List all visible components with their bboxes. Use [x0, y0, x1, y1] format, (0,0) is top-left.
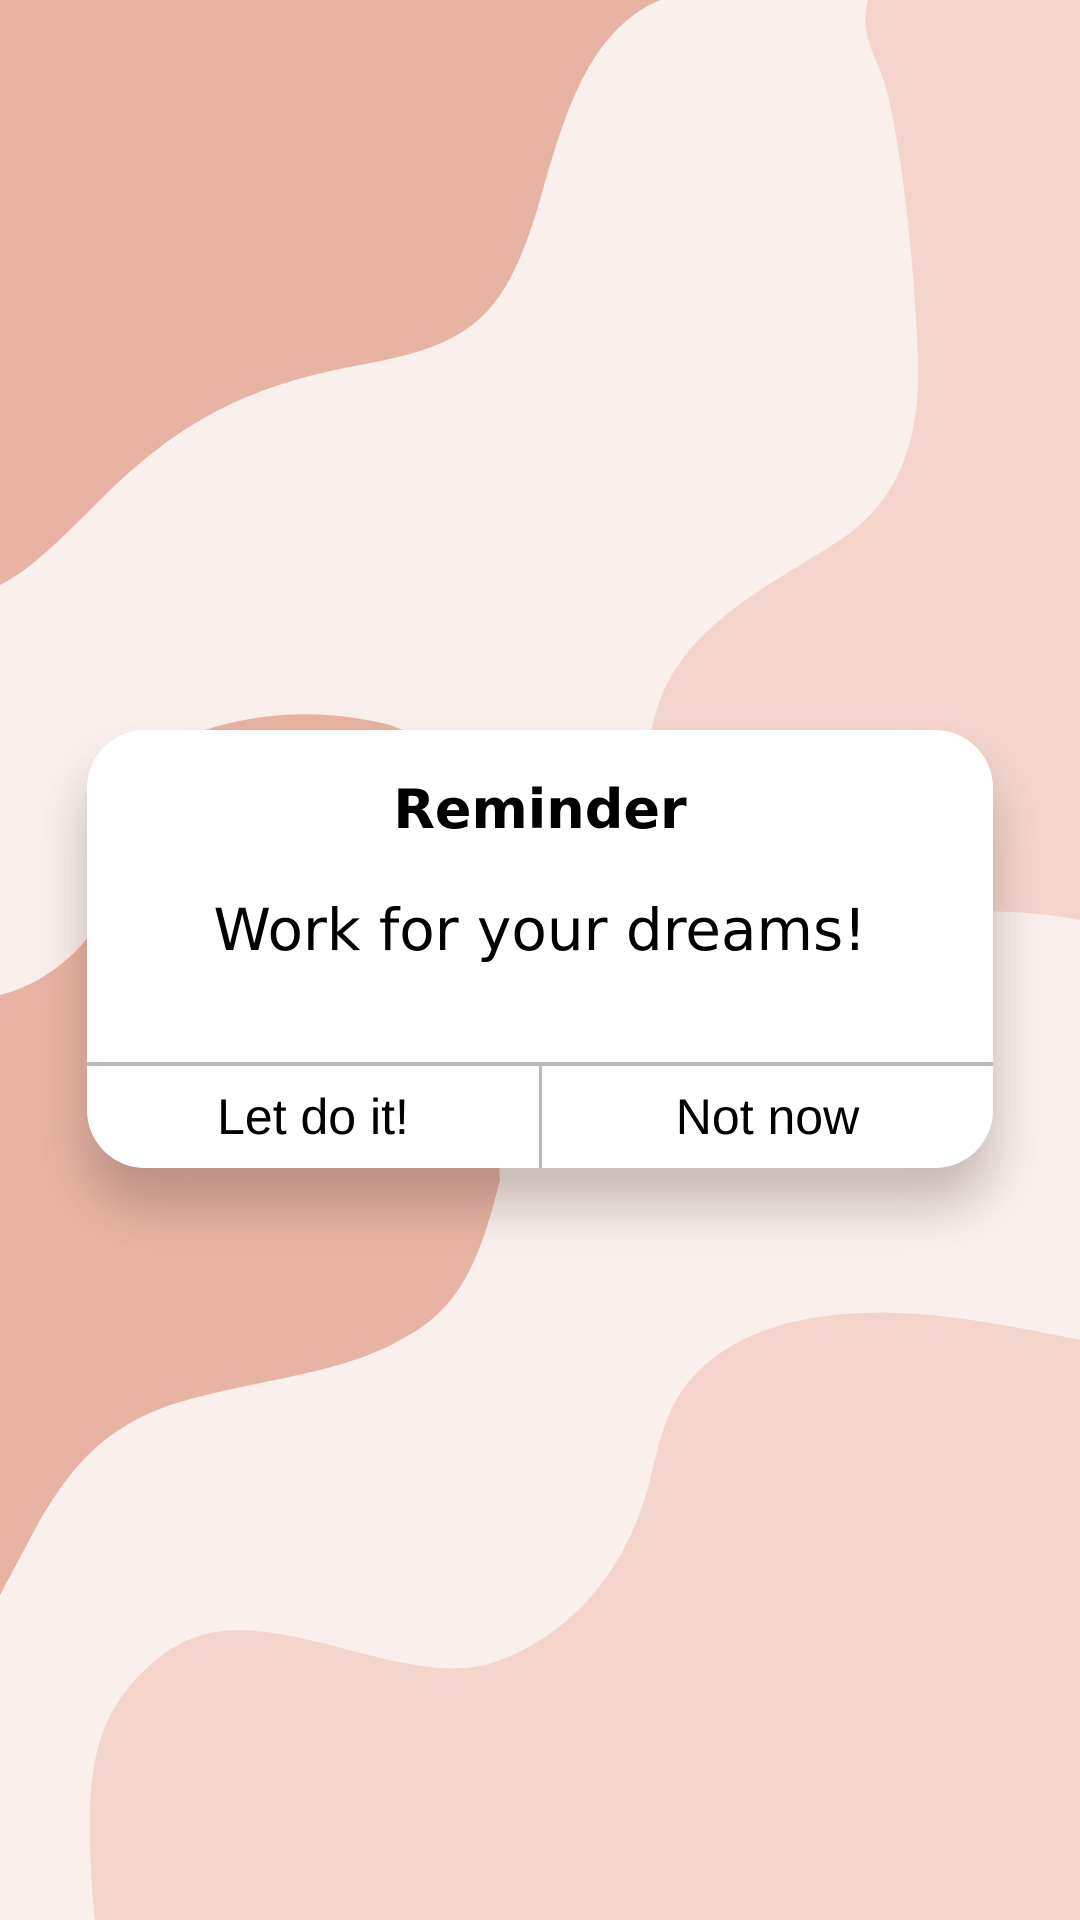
- dismiss-button[interactable]: Not now: [542, 1066, 993, 1168]
- dismiss-button-label: Not now: [675, 1089, 860, 1145]
- dialog-message: Work for your dreams!: [213, 896, 867, 964]
- reminder-dialog: Reminder Work for your dreams! Let do it…: [87, 730, 993, 1168]
- dialog-title: Reminder: [393, 778, 687, 841]
- confirm-button-label: Let do it!: [217, 1089, 409, 1145]
- confirm-button[interactable]: Let do it!: [87, 1066, 539, 1168]
